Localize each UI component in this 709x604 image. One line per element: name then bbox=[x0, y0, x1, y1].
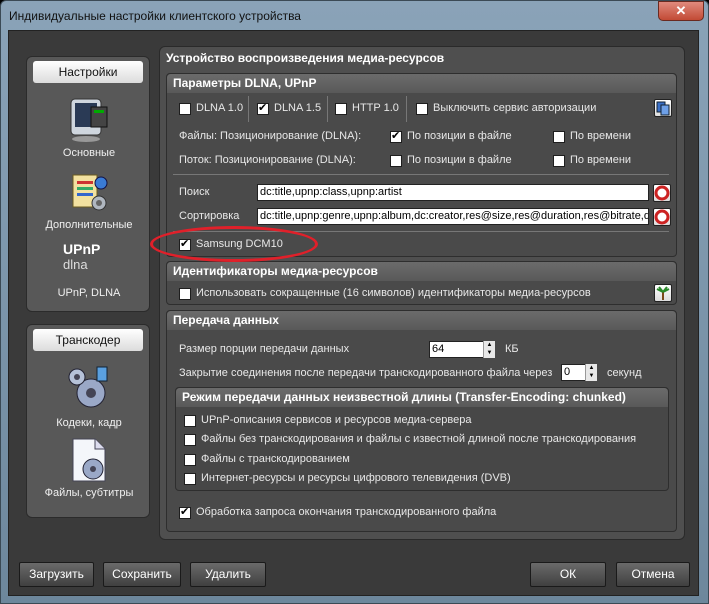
sort-reset-button[interactable] bbox=[653, 208, 671, 226]
known-length-files-label: Файлы без транскодирования и файлы с изв… bbox=[201, 433, 637, 445]
gears-icon bbox=[68, 366, 108, 408]
known-length-files-checkbox[interactable] bbox=[184, 434, 196, 446]
close-connection-label: Закрытие соединения после передачи транс… bbox=[179, 367, 553, 379]
stream-positioning-label: Поток: Позиционирование (DLNA): bbox=[179, 154, 356, 166]
dlna15-checkbox[interactable] bbox=[257, 101, 269, 115]
chunk-size-spinner[interactable]: ▲ ▼ bbox=[483, 341, 495, 358]
sidebar-header-settings: Настройки bbox=[33, 61, 143, 83]
window-title: Индивидуальные настройки клиентского уст… bbox=[9, 9, 301, 23]
ok-button[interactable]: ОК bbox=[530, 562, 606, 587]
internet-dvb-label: Интернет-ресурсы и ресурсы цифрового тел… bbox=[201, 472, 511, 484]
dlna10-label: DLNA 1.0 bbox=[196, 102, 244, 114]
files-positioning-label: Файлы: Позиционирование (DLNA): bbox=[179, 130, 362, 142]
save-button[interactable]: Сохранить bbox=[103, 562, 181, 587]
sidebar-item-label: Кодеки, кадр bbox=[56, 417, 122, 429]
settings-sidebar: Настройки Основные Дополнительные UPnP d… bbox=[26, 56, 150, 312]
ids-group-header: Идентификаторы медиа-ресурсов bbox=[167, 262, 676, 281]
transfer-group-header: Передача данных bbox=[167, 311, 676, 330]
separator bbox=[173, 174, 669, 175]
files-by-position-checkbox[interactable] bbox=[390, 129, 402, 143]
search-reset-button[interactable] bbox=[653, 184, 671, 202]
copy-settings-button[interactable] bbox=[654, 99, 672, 117]
files-by-position-label: По позиции в файле bbox=[407, 130, 512, 142]
transcoder-sidebar: Транскодер Кодеки, кадр Файлы, субтитры bbox=[26, 324, 150, 518]
sidebar-item-basic[interactable]: Основные bbox=[27, 93, 151, 163]
http10-label: HTTP 1.0 bbox=[352, 102, 399, 114]
upnp-dlna-logo-icon: UPnP dlna bbox=[63, 241, 123, 272]
dlna-group-header: Параметры DLNA, UPnP bbox=[167, 74, 676, 93]
disable-auth-checkbox[interactable] bbox=[416, 103, 428, 115]
data-transfer-group: Передача данных Размер порции передачи д… bbox=[166, 310, 677, 532]
stream-by-time-checkbox[interactable] bbox=[553, 155, 565, 167]
sort-input[interactable]: dc:title,upnp:genre,upnp:album,dc:creato… bbox=[257, 208, 649, 225]
sidebar-item-codecs[interactable]: Кодеки, кадр bbox=[27, 361, 151, 433]
stream-by-time-label: По времени bbox=[570, 154, 632, 166]
close-delay-spinner[interactable]: ▲ ▼ bbox=[585, 364, 597, 381]
sidebar-item-label: Файлы, субтитры bbox=[44, 487, 134, 499]
load-button[interactable]: Загрузить bbox=[19, 562, 94, 587]
chunked-group-header: Режим передачи данных неизвестной длины … bbox=[176, 388, 668, 407]
close-button[interactable]: ✕ bbox=[658, 1, 704, 21]
sidebar-header-transcoder: Транскодер bbox=[33, 329, 143, 351]
annotation-ellipse bbox=[150, 226, 318, 262]
sidebar-item-label: Основные bbox=[62, 147, 116, 159]
main-title: Устройство воспроизведения медиа-ресурсо… bbox=[166, 51, 445, 65]
files-by-time-checkbox[interactable] bbox=[553, 131, 565, 143]
separator bbox=[406, 96, 407, 122]
monitor-icon bbox=[70, 98, 108, 142]
sort-label: Сортировка bbox=[179, 210, 240, 222]
end-request-label: Обработка запроса окончания транскодиров… bbox=[196, 506, 497, 518]
stream-by-position-checkbox[interactable] bbox=[390, 155, 402, 167]
ids-tool-button[interactable] bbox=[654, 284, 672, 302]
upnp-descriptions-label: UPnP-описания сервисов и ресурсов медиа-… bbox=[201, 414, 472, 426]
separator bbox=[248, 96, 249, 122]
main-settings-panel: Устройство воспроизведения медиа-ресурсо… bbox=[159, 46, 685, 540]
file-gear-icon bbox=[72, 438, 106, 482]
transcoded-files-label: Файлы с транскодированием bbox=[201, 453, 350, 465]
dlna10-checkbox[interactable] bbox=[179, 103, 191, 115]
sidebar-item-advanced[interactable]: Дополнительные bbox=[27, 163, 151, 233]
disable-auth-label: Выключить сервис авторизации bbox=[433, 102, 597, 114]
dlna-logo: dlna bbox=[63, 257, 88, 272]
stream-by-position-label: По позиции в файле bbox=[407, 154, 512, 166]
search-label: Поиск bbox=[179, 186, 210, 198]
copy-icon bbox=[656, 101, 670, 116]
sidebar-item-label: Дополнительные bbox=[45, 219, 133, 231]
end-request-checkbox[interactable] bbox=[179, 505, 191, 519]
sidebar-item-upnp-dlna[interactable]: UPnP dlna UPnP, DLNA bbox=[27, 235, 151, 305]
chunked-mode-group: Режим передачи данных неизвестной длины … bbox=[175, 387, 669, 491]
dlna15-label: DLNA 1.5 bbox=[274, 102, 322, 114]
http10-checkbox[interactable] bbox=[335, 103, 347, 115]
upnp-logo: UPnP bbox=[63, 241, 101, 257]
palm-tree-icon bbox=[656, 286, 670, 300]
settings-board-icon bbox=[72, 174, 108, 211]
chunk-unit-label: КБ bbox=[505, 343, 519, 355]
separator bbox=[327, 96, 328, 122]
sidebar-item-files-subtitles[interactable]: Файлы, субтитры bbox=[27, 433, 151, 505]
title-bar: Индивидуальные настройки клиентского уст… bbox=[1, 1, 708, 31]
upnp-descriptions-checkbox[interactable] bbox=[184, 415, 196, 427]
lifebuoy-icon bbox=[654, 209, 670, 225]
close-unit-label: секунд bbox=[607, 367, 642, 379]
search-input[interactable]: dc:title,upnp:class,upnp:artist bbox=[257, 184, 649, 201]
transcoded-files-checkbox[interactable] bbox=[184, 454, 196, 466]
lifebuoy-icon bbox=[654, 185, 670, 201]
delete-button[interactable]: Удалить bbox=[190, 562, 266, 587]
short-ids-checkbox[interactable] bbox=[179, 288, 191, 300]
chunk-size-label: Размер порции передачи данных bbox=[179, 343, 350, 355]
media-ids-group: Идентификаторы медиа-ресурсов Использова… bbox=[166, 261, 677, 305]
cancel-button[interactable]: Отмена bbox=[616, 562, 690, 587]
sidebar-item-label: UPnP, DLNA bbox=[57, 287, 121, 299]
short-ids-label: Использовать сокращенные (16 символов) и… bbox=[196, 287, 591, 299]
internet-dvb-checkbox[interactable] bbox=[184, 473, 196, 485]
files-by-time-label: По времени bbox=[570, 130, 632, 142]
